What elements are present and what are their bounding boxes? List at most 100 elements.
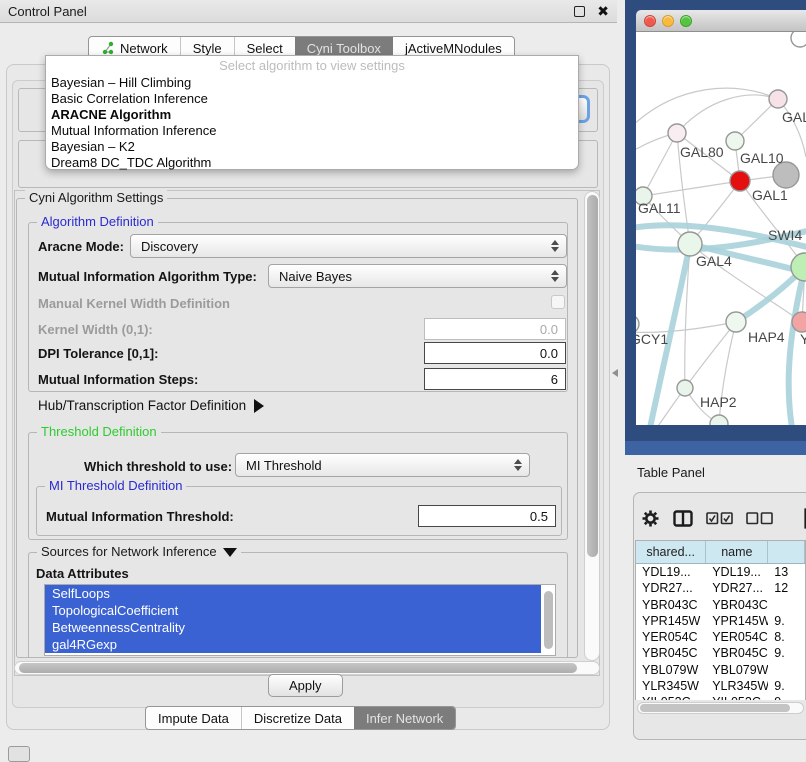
network-node-hap2[interactable] xyxy=(677,380,693,396)
algorithm-definition-title: Algorithm Definition xyxy=(37,214,158,229)
which-threshold-select[interactable]: MI Threshold xyxy=(235,453,530,477)
close-traffic-icon[interactable] xyxy=(644,15,656,27)
column-header-cut[interactable] xyxy=(768,541,805,563)
tab-impute-data[interactable]: Impute Data xyxy=(146,707,241,729)
algorithm-option[interactable]: Basic Correlation Inference xyxy=(46,91,578,107)
algorithm-option[interactable]: Bayesian – Hill Climbing xyxy=(46,75,578,91)
attribute-item-selected[interactable]: BetweennessCentrality xyxy=(45,619,541,636)
table-cell xyxy=(768,662,805,678)
algorithm-option[interactable]: Dream8 DC_TDC Algorithm xyxy=(46,155,578,171)
tab-infer-network[interactable]: Infer Network xyxy=(354,707,455,729)
mi-threshold-label: Mutual Information Threshold: xyxy=(46,509,234,524)
zoom-traffic-icon[interactable] xyxy=(680,15,692,27)
mi-steps-field[interactable]: 6 xyxy=(424,368,566,390)
scrollbar-thumb[interactable] xyxy=(640,704,790,712)
sources-toggle[interactable]: Sources for Network Inference xyxy=(37,544,241,559)
network-node-gal10[interactable] xyxy=(726,132,744,150)
attribute-item-selected[interactable]: TopologicalCoefficient xyxy=(45,602,541,619)
column-header-shared...[interactable]: shared... xyxy=(636,541,706,563)
cyni-algorithm-settings-title: Cyni Algorithm Settings xyxy=(25,190,167,205)
tab-label: Discretize Data xyxy=(254,711,342,726)
mi-algorithm-type-select[interactable]: Naive Bayes xyxy=(268,264,567,288)
node-label-gal80: GAL80 xyxy=(680,144,724,160)
table-cell: 9. xyxy=(768,678,805,694)
table-row[interactable]: YER054CYER054C8. xyxy=(636,629,805,645)
table-row[interactable]: YDR27...YDR27...12 xyxy=(636,580,805,596)
algorithm-option[interactable]: Bayesian – K2 xyxy=(46,139,578,155)
algorithm-option[interactable]: ARACNE Algorithm xyxy=(46,107,578,123)
dpi-tolerance-field[interactable]: 0.0 xyxy=(424,342,566,364)
scrollbar-thumb[interactable] xyxy=(587,195,598,557)
minimize-traffic-icon[interactable] xyxy=(662,15,674,27)
table-row[interactable]: YIL052CYIL052C9. xyxy=(636,694,805,700)
network-edge[interactable] xyxy=(636,388,685,425)
tab-label: Select xyxy=(247,41,283,56)
unselect-all-icon[interactable] xyxy=(746,512,773,525)
table-row[interactable]: YBR045CYBR045C9. xyxy=(636,645,805,661)
manual-kernel-checkbox[interactable] xyxy=(551,295,565,309)
node-label-gcy1: GCY1 xyxy=(636,331,668,347)
mi-threshold-field[interactable]: 0.5 xyxy=(418,505,556,527)
settings-vertical-scrollbar[interactable] xyxy=(584,191,600,661)
table-row[interactable]: YLR345WYLR345W9. xyxy=(636,678,805,694)
table-cell: YBR045C xyxy=(706,645,768,661)
tab-label: Infer Network xyxy=(366,711,443,726)
column-header-name[interactable]: name xyxy=(706,541,768,563)
close-icon[interactable]: ✖ xyxy=(597,6,609,17)
which-threshold-label: Which threshold to use: xyxy=(84,459,232,474)
network-node-top-outline[interactable] xyxy=(791,32,806,47)
network-window-titlebar[interactable] xyxy=(636,10,806,32)
float-window-icon[interactable] xyxy=(574,6,585,17)
node-table[interactable]: shared...name YDL19...YDL19...13YDR27...… xyxy=(635,540,806,700)
table-cell: YER054C xyxy=(706,629,768,645)
data-attributes-list[interactable]: SelfLoopsTopologicalCoefficientBetweenne… xyxy=(44,584,556,656)
splitter-collapse-icon[interactable] xyxy=(612,369,618,377)
table-cell: YDR27... xyxy=(636,580,706,596)
kernel-width-field[interactable]: 0.0 xyxy=(424,318,566,340)
network-node-salmon[interactable] xyxy=(792,312,806,332)
table-row[interactable]: YBR043CYBR043C xyxy=(636,597,805,613)
apply-button[interactable]: Apply xyxy=(268,674,343,697)
sources-title: Sources for Network Inference xyxy=(41,544,217,559)
table-row[interactable]: YPR145WYPR145W9. xyxy=(636,613,805,629)
network-node-gal7-pink[interactable] xyxy=(769,90,787,108)
aracne-mode-label: Aracne Mode: xyxy=(38,239,124,254)
table-body: YDL19...YDL19...13YDR27...YDR27...12YBR0… xyxy=(636,564,805,700)
hub-definition-label: Hub/Transcription Factor Definition xyxy=(38,398,246,413)
network-node-bottom[interactable] xyxy=(710,415,728,425)
table-row[interactable]: YBL079WYBL079W xyxy=(636,662,805,678)
network-node-pink-2[interactable] xyxy=(668,124,686,142)
expand-right-icon xyxy=(254,399,264,413)
network-canvas[interactable]: GALGAL80GAL10GAL1GAL11SWI4GAL4GCY1HAP4YH… xyxy=(636,32,806,425)
gear-icon[interactable] xyxy=(641,509,660,528)
show-columns-icon[interactable] xyxy=(673,510,693,527)
network-node-selected-red[interactable] xyxy=(730,171,750,191)
algorithm-option[interactable]: Mutual Information Inference xyxy=(46,123,578,139)
table-row[interactable]: YDL19...YDL19...13 xyxy=(636,564,805,580)
minimized-window-icon[interactable] xyxy=(8,746,30,762)
aracne-mode-select[interactable]: Discovery xyxy=(130,234,567,258)
network-edge[interactable] xyxy=(643,181,740,196)
list-scrollbar[interactable] xyxy=(544,591,553,649)
control-panel-titlebar: Control Panel ✖ xyxy=(0,0,617,23)
scrollbar-thumb[interactable] xyxy=(19,663,577,673)
hub-definition-toggle[interactable]: Hub/Transcription Factor Definition xyxy=(38,398,264,413)
select-all-icon[interactable] xyxy=(706,512,733,525)
table-cell: YDL19... xyxy=(706,564,768,580)
node-label-gal11: GAL11 xyxy=(638,200,681,216)
manual-kernel-label: Manual Kernel Width Definition xyxy=(38,296,230,311)
table-horizontal-scrollbar[interactable] xyxy=(637,702,804,714)
mi-type-label: Mutual Information Algorithm Type: xyxy=(38,269,257,284)
attribute-item-selected[interactable]: SelfLoops xyxy=(45,585,541,602)
table-cell: 9. xyxy=(768,694,805,700)
attribute-item-selected[interactable]: gal4RGexp xyxy=(45,636,541,653)
network-node-hap4[interactable] xyxy=(726,312,746,332)
table-cell: YDL19... xyxy=(636,564,706,580)
node-label-gal: GAL xyxy=(782,109,806,125)
tab-discretize-data[interactable]: Discretize Data xyxy=(241,707,354,729)
table-cell: 8. xyxy=(768,629,805,645)
table-header-row: shared...name xyxy=(636,541,805,564)
node-label-gal4: GAL4 xyxy=(696,253,732,269)
settings-horizontal-scrollbar[interactable] xyxy=(14,661,600,675)
table-cell: YLR345W xyxy=(706,678,768,694)
